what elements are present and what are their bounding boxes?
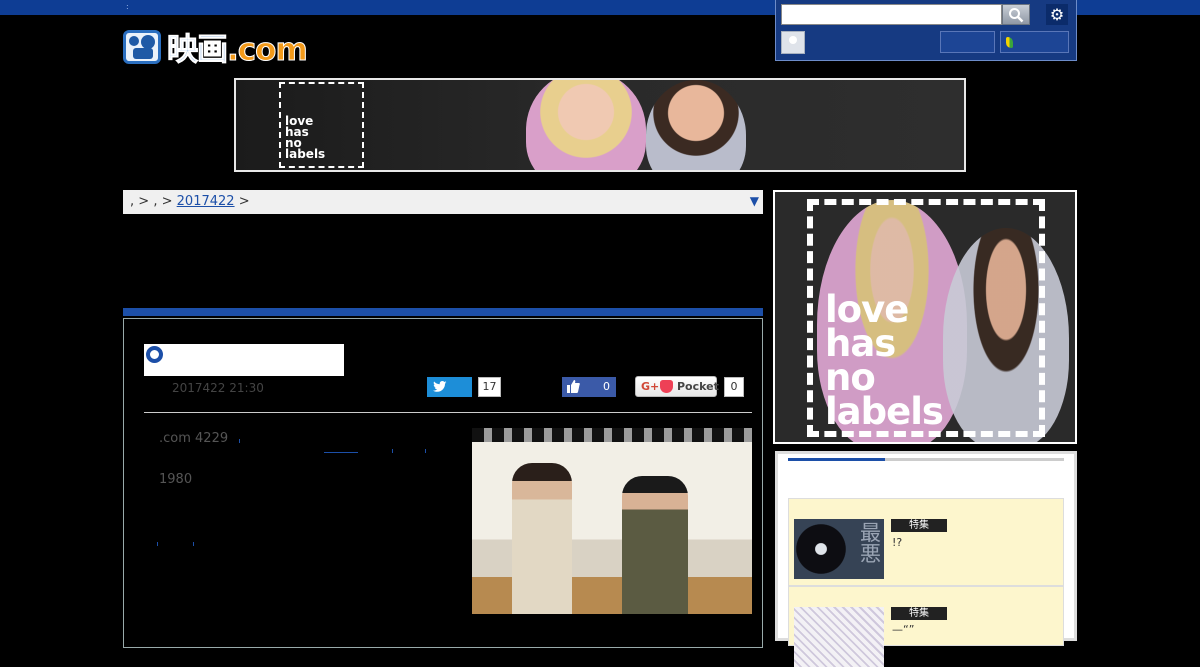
search-button[interactable]: [1002, 4, 1030, 25]
register-button[interactable]: [1000, 31, 1069, 53]
breadcrumb-date-link[interactable]: 2017422: [177, 194, 235, 209]
site-logo[interactable]: 映画.com: [123, 25, 309, 68]
login-button[interactable]: [940, 31, 995, 53]
featured-tabs: [788, 458, 1064, 461]
search-input[interactable]: [781, 4, 1002, 25]
user-panel: ⚙: [775, 0, 1077, 61]
tab-active[interactable]: [788, 458, 885, 461]
article-photo[interactable]: [472, 428, 752, 614]
article-date: 2017422 21:30: [172, 381, 264, 395]
article: 2017422 21:30 17 0 G+ Pocket 0 .com 4229…: [123, 308, 763, 648]
feature-thumbnail: [794, 607, 884, 667]
ad-child-image-1: [526, 80, 646, 170]
photo-person-1: [512, 463, 572, 614]
feature-thumbnail-text: 最 悪: [860, 521, 881, 566]
film-strip-decoration: [472, 428, 752, 442]
feature-title: !?: [892, 536, 903, 549]
tweet-count: 17: [478, 377, 501, 397]
beginner-leaf-icon: [1006, 37, 1013, 48]
pocket-button[interactable]: G+ Pocket: [635, 376, 719, 397]
feature-card[interactable]: 最 悪 特集 !?: [788, 498, 1064, 586]
pocket-icon: [660, 380, 673, 393]
article-title-box: [144, 344, 344, 376]
pocket-label: Pocket: [677, 380, 719, 393]
ad-logo-text: love has no labels: [807, 199, 1045, 437]
thumbs-up-icon: [567, 380, 580, 393]
divider: [144, 412, 752, 413]
feature-badge: 特集: [891, 519, 947, 532]
breadcrumb: , > , > 2017422 > ▼: [123, 190, 763, 214]
tweet-button[interactable]: [427, 377, 472, 397]
settings-gear-icon[interactable]: ⚙: [1046, 4, 1068, 25]
sidebar-ad[interactable]: love has no labels: [773, 190, 1077, 444]
top-bar-text: :: [126, 2, 129, 11]
breadcrumb-item-1[interactable]: ,: [130, 194, 134, 209]
logo-mark-icon: [123, 27, 163, 65]
facebook-like-count: 0: [603, 380, 610, 393]
inline-link-marker: [239, 439, 240, 443]
article-paragraph-2: 1980: [159, 472, 193, 487]
article-paragraph-1: .com 4229: [159, 431, 229, 446]
ad-logo-text: love has no labels: [279, 82, 364, 168]
category-ring-icon: [146, 346, 163, 363]
logo-text: 映画.com: [167, 31, 309, 68]
feature-thumbnail: 最 悪: [794, 519, 884, 579]
google-plus-icon: G+: [641, 380, 660, 393]
breadcrumb-item-2[interactable]: ,: [153, 194, 157, 209]
facebook-like-button[interactable]: 0: [562, 377, 616, 397]
user-avatar[interactable]: [781, 31, 805, 54]
feature-badge: 特集: [891, 607, 947, 620]
photo-person-2: [622, 476, 688, 614]
inline-link-marker: [193, 542, 194, 546]
feature-card[interactable]: 特集 —“”: [788, 586, 1064, 667]
twitter-icon: [433, 381, 447, 392]
ad-child-image-2: [646, 80, 746, 170]
top-ad-banner[interactable]: love has no labels: [234, 78, 966, 172]
search-icon: [1009, 7, 1024, 22]
pocket-count: 0: [724, 377, 744, 397]
inline-link-marker: [157, 542, 158, 546]
inline-link-marker: [425, 449, 426, 453]
article-frame: 2017422 21:30 17 0 G+ Pocket 0 .com 4229…: [123, 318, 763, 648]
article-inline-link[interactable]: [324, 452, 358, 453]
featured-box: 最 悪 特集 !? 特集 —“”: [775, 451, 1077, 667]
inline-link-marker: [392, 449, 393, 453]
breadcrumb-toggle-icon[interactable]: ▼: [750, 194, 759, 208]
